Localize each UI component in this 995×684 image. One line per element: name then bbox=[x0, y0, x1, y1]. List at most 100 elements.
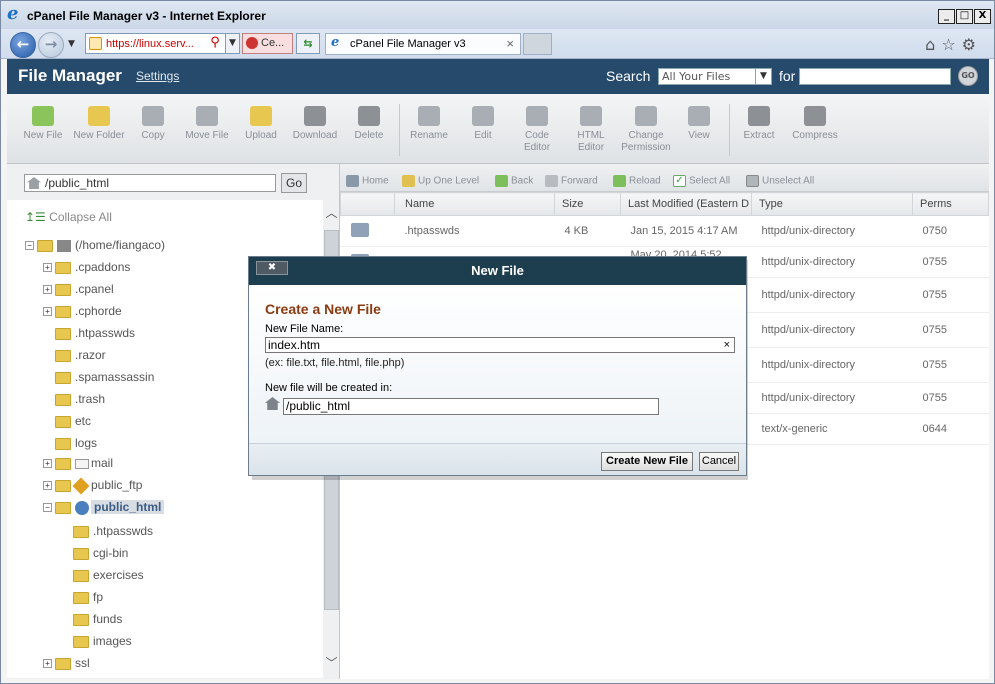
new-folder-button[interactable]: New Folder bbox=[73, 106, 125, 142]
tree-item[interactable]: .razor bbox=[55, 348, 106, 362]
select-all-button[interactable]: ✓ Select All bbox=[673, 175, 730, 187]
new-file-button[interactable]: New File bbox=[19, 106, 67, 142]
tree-item[interactable]: + .cphorde bbox=[43, 304, 122, 318]
search-go-button[interactable]: GO bbox=[958, 66, 978, 86]
tree-item[interactable]: .trash bbox=[55, 392, 105, 406]
unselect-all-button[interactable]: Unselect All bbox=[746, 175, 814, 187]
minimize-button[interactable]: _ bbox=[938, 9, 955, 24]
collapse-all-link[interactable]: ↥☰ Collapse All bbox=[25, 210, 112, 224]
folder-icon bbox=[55, 437, 71, 450]
back-nav-button[interactable]: Back bbox=[495, 175, 533, 187]
address-dropdown-icon[interactable]: ▼ bbox=[225, 33, 240, 54]
refresh-icon[interactable]: ⇆ bbox=[296, 33, 320, 54]
download-button[interactable]: Download bbox=[289, 106, 341, 142]
folder-icon bbox=[73, 591, 89, 604]
cert-tab[interactable]: Ce... bbox=[242, 33, 293, 54]
settings-link[interactable]: Settings bbox=[136, 69, 179, 83]
chevron-down-icon: ▼ bbox=[755, 69, 771, 84]
path-go-button[interactable]: Go bbox=[281, 173, 307, 193]
tree-item[interactable]: + mail bbox=[43, 456, 113, 470]
rename-button[interactable]: Rename bbox=[405, 106, 453, 142]
tree-item-label: .htpasswds bbox=[75, 326, 136, 340]
home-icon bbox=[27, 177, 41, 189]
cancel-button[interactable]: Cancel bbox=[699, 452, 739, 471]
create-new-file-button[interactable]: Create New File bbox=[601, 452, 693, 471]
table-row[interactable]: .htpasswds 4 KB Jan 15, 2015 4:17 AM htt… bbox=[340, 215, 989, 247]
tree-item[interactable]: + public_ftp bbox=[43, 477, 142, 495]
forward-arrow-icon[interactable]: → bbox=[38, 32, 64, 58]
file-name-hint: (ex: file.txt, file.html, file.php) bbox=[265, 357, 405, 369]
tab-cpanel-file-manager[interactable]: e cPanel File Manager v3 × bbox=[325, 33, 521, 55]
back-arrow-icon[interactable]: ← bbox=[10, 32, 36, 58]
html-editor-button[interactable]: HTML Editor bbox=[567, 106, 615, 154]
scroll-up-icon[interactable]: ︿ bbox=[324, 204, 339, 221]
home-nav-button[interactable]: Home bbox=[346, 175, 389, 187]
browser-tools: ⌂☆⚙ bbox=[925, 35, 982, 54]
home-nav-label: Home bbox=[362, 175, 389, 187]
reload-icon bbox=[613, 175, 626, 187]
edit-label: Edit bbox=[474, 130, 492, 141]
delete-button[interactable]: Delete bbox=[345, 106, 393, 142]
size-column-header[interactable]: Size bbox=[554, 192, 621, 216]
tab-close-icon[interactable]: × bbox=[506, 34, 514, 54]
tree-item[interactable]: + .cpanel bbox=[43, 282, 114, 296]
compress-button[interactable]: Compress bbox=[787, 106, 843, 142]
change-permission-button[interactable]: Change Permission bbox=[619, 106, 673, 154]
tree-item[interactable]: logs bbox=[55, 436, 97, 450]
search-input[interactable] bbox=[799, 68, 951, 85]
home-icon[interactable]: ⌂ bbox=[925, 35, 941, 54]
gear-icon[interactable]: ⚙ bbox=[962, 35, 982, 54]
tree-item[interactable]: + .cpaddons bbox=[43, 260, 130, 274]
forward-nav-button[interactable]: Forward bbox=[545, 175, 598, 187]
view-button[interactable]: View bbox=[675, 106, 723, 142]
code-editor-button[interactable]: Code Editor bbox=[513, 106, 561, 154]
scroll-down-icon[interactable]: ﹀ bbox=[324, 654, 339, 671]
folder-icon bbox=[73, 525, 89, 538]
new-tab-button[interactable] bbox=[523, 33, 552, 55]
tree-subitem[interactable]: .htpasswds bbox=[73, 524, 153, 538]
move-file-button[interactable]: Move File bbox=[181, 106, 233, 142]
upload-label: Upload bbox=[245, 130, 277, 141]
file-type: text/x-generic bbox=[751, 413, 913, 445]
file-name[interactable]: .htpasswds bbox=[394, 215, 555, 247]
search-icon[interactable]: ⚲ bbox=[206, 33, 224, 54]
tree-item-selected[interactable]: − public_html bbox=[43, 500, 165, 515]
perms-column-header[interactable]: Perms bbox=[912, 192, 989, 216]
modified-column-header[interactable]: Last Modified (Eastern D bbox=[620, 192, 752, 216]
edit-button[interactable]: Edit bbox=[459, 106, 507, 142]
tree-subitem[interactable]: funds bbox=[73, 612, 122, 626]
tree-item[interactable]: .htpasswds bbox=[55, 326, 135, 340]
up-one-level-button[interactable]: Up One Level bbox=[402, 175, 479, 187]
clear-input-icon[interactable]: × bbox=[724, 338, 730, 352]
tree-item[interactable]: .spamassassin bbox=[55, 370, 154, 384]
file-name-label: New File Name: bbox=[265, 323, 344, 335]
search-scope-select[interactable]: All Your Files ▼ bbox=[658, 68, 772, 85]
tree-subitem[interactable]: fp bbox=[73, 590, 103, 604]
tree-subitem[interactable]: images bbox=[73, 634, 132, 648]
copy-button[interactable]: Copy bbox=[129, 106, 177, 142]
extract-button[interactable]: Extract bbox=[735, 106, 783, 142]
favorites-star-icon[interactable]: ☆ bbox=[941, 35, 961, 54]
close-button[interactable]: X bbox=[974, 9, 991, 24]
tree-root[interactable]: − (/home/fiangaco) bbox=[25, 238, 165, 252]
tree-item-label: images bbox=[93, 634, 132, 648]
maximize-button[interactable]: □ bbox=[956, 9, 973, 24]
type-column-header[interactable]: Type bbox=[751, 192, 913, 216]
name-column-header[interactable]: Name bbox=[394, 192, 555, 216]
directory-input[interactable]: /public_html bbox=[283, 398, 659, 415]
path-input[interactable]: /public_html bbox=[24, 174, 276, 192]
tree-item[interactable]: + ssl bbox=[43, 656, 90, 670]
upload-button[interactable]: Upload bbox=[237, 106, 285, 142]
file-name-input[interactable]: index.htm × bbox=[265, 337, 735, 353]
tree-item-label: .cpaddons bbox=[75, 260, 131, 274]
move-file-icon bbox=[196, 106, 218, 126]
forward-arrow-icon bbox=[545, 175, 558, 187]
change-permission-label: Change Permission bbox=[621, 130, 671, 153]
history-dropdown-icon[interactable]: ▼ bbox=[68, 39, 75, 49]
tree-subitem[interactable]: exercises bbox=[73, 568, 144, 582]
dialog-footer: Create New File Cancel bbox=[249, 443, 746, 475]
tree-item-label: .spamassassin bbox=[75, 370, 155, 384]
reload-button[interactable]: Reload bbox=[613, 175, 661, 187]
tree-item[interactable]: etc bbox=[55, 414, 91, 428]
tree-subitem[interactable]: cgi-bin bbox=[73, 546, 128, 560]
